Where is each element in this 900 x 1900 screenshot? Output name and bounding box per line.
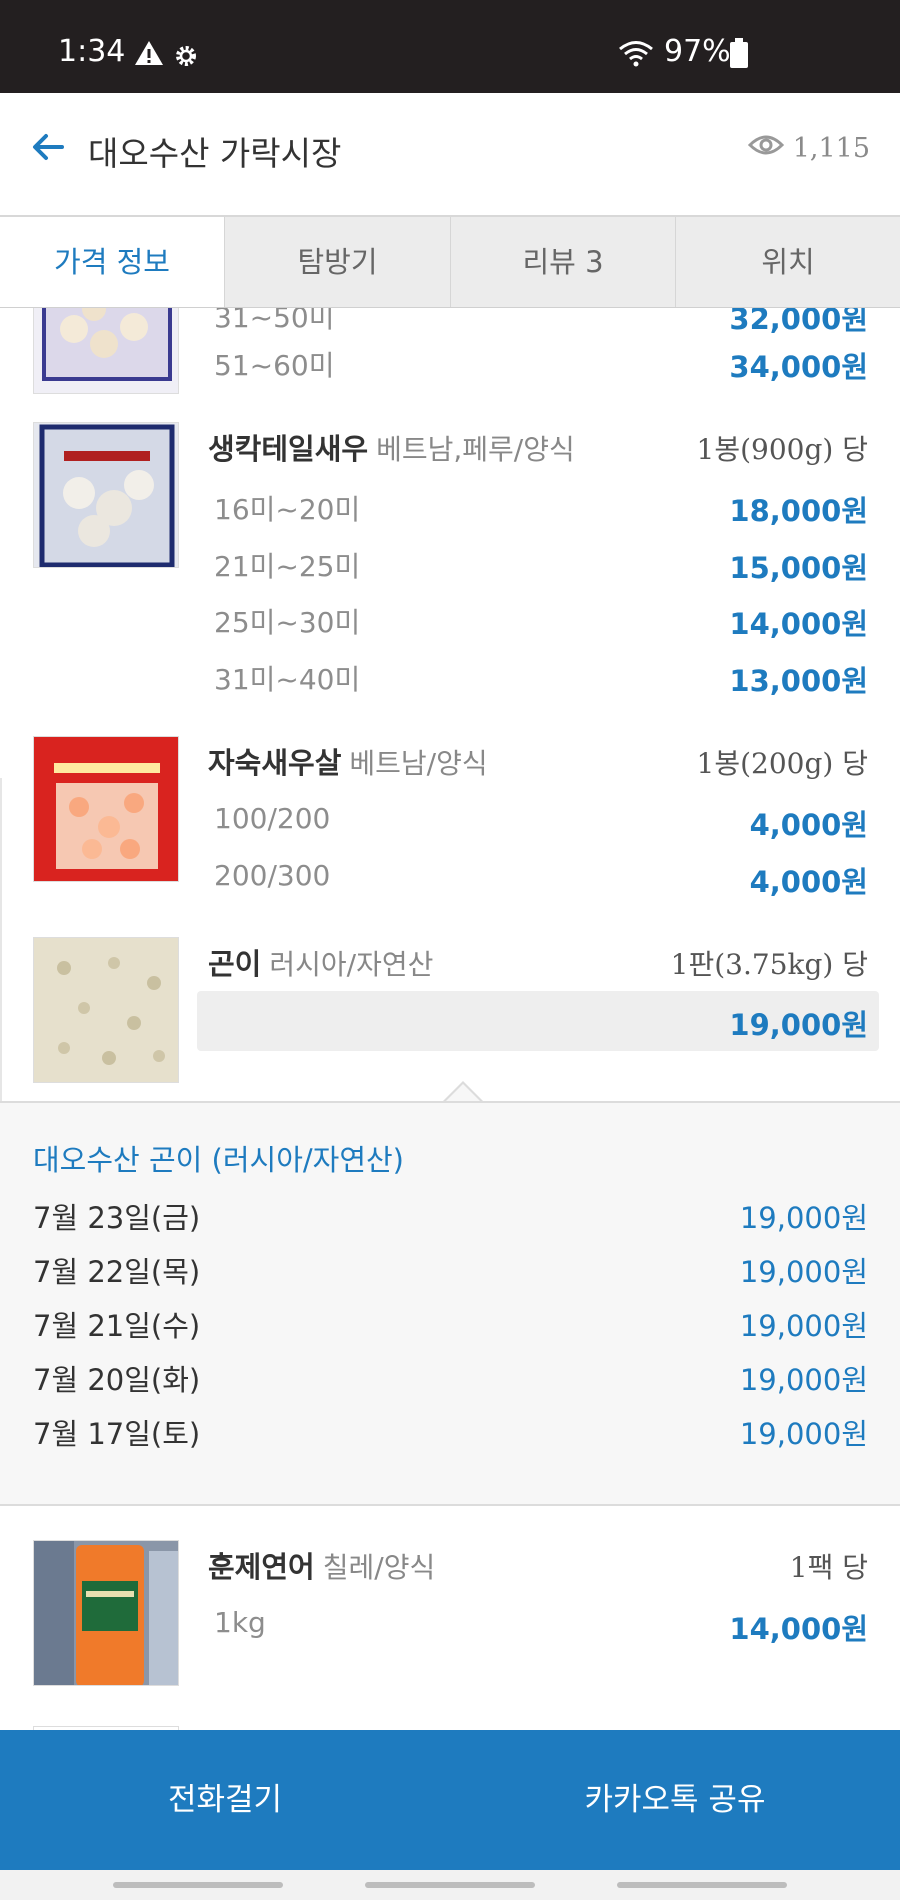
size-label: 25미~30미 bbox=[214, 606, 361, 639]
history-price: 19,000원 bbox=[739, 1417, 868, 1451]
battery-icon bbox=[730, 38, 748, 68]
product-unit: 1판(3.75kg) 당 bbox=[670, 948, 868, 981]
history-date: 7월 23일(금) bbox=[33, 1201, 201, 1235]
history-date: 7월 22일(목) bbox=[33, 1255, 201, 1289]
price-value: 32,000원 bbox=[729, 308, 868, 336]
price-value: 34,000원 bbox=[729, 350, 868, 384]
price-value: 19,000원 bbox=[729, 1008, 868, 1042]
history-price: 19,000원 bbox=[739, 1201, 868, 1235]
product-unit: 1팩 당 bbox=[789, 1551, 868, 1584]
nav-home[interactable] bbox=[365, 1882, 535, 1888]
history-date: 7월 20일(화) bbox=[33, 1363, 201, 1397]
tab-bar: 가격 정보 탐방기 리뷰 3 위치 bbox=[0, 217, 900, 308]
product-image[interactable] bbox=[33, 937, 179, 1083]
product-origin: 칠레/양식 bbox=[322, 1551, 436, 1584]
size-label: 51~60미 bbox=[214, 349, 335, 382]
call-button[interactable]: 전화걸기 bbox=[0, 1730, 450, 1870]
product-image[interactable] bbox=[33, 308, 179, 394]
product-name-text: 곤이 bbox=[208, 947, 262, 981]
history-price: 19,000원 bbox=[739, 1309, 868, 1343]
product-name: 생칵테일새우 베트남,페루/양식 bbox=[208, 426, 575, 468]
size-label: 21미~25미 bbox=[214, 550, 361, 583]
price-value: 4,000원 bbox=[749, 865, 868, 899]
history-title: 대오수산 곤이 (러시아/자연산) bbox=[33, 1143, 404, 1177]
tab-review[interactable]: 리뷰 3 bbox=[450, 217, 675, 307]
size-label: 100/200 bbox=[214, 802, 331, 835]
product-name-text: 훈제연어 bbox=[208, 1550, 315, 1584]
product-name: 곤이 러시아/자연산 bbox=[208, 941, 433, 983]
price-list[interactable]: 31~50미 32,000원 51~60미 34,000원 생칵테일새우 베트남,… bbox=[0, 308, 900, 1730]
nav-recent[interactable] bbox=[113, 1882, 283, 1888]
price-value: 15,000원 bbox=[729, 551, 868, 585]
back-arrow-icon[interactable] bbox=[28, 127, 68, 167]
product-name-text: 생칵테일새우 bbox=[208, 432, 369, 466]
wifi-icon bbox=[619, 41, 653, 67]
history-price: 19,000원 bbox=[739, 1255, 868, 1289]
gear-icon bbox=[176, 46, 196, 66]
history-date: 7월 17일(토) bbox=[33, 1417, 201, 1451]
system-nav-bar bbox=[0, 1870, 900, 1900]
size-label: 1kg bbox=[214, 1606, 266, 1639]
history-pointer bbox=[443, 1081, 483, 1102]
view-count: 1,115 bbox=[792, 133, 870, 164]
tab-location[interactable]: 위치 bbox=[675, 217, 900, 307]
price-value: 14,000원 bbox=[729, 1612, 868, 1646]
product-origin: 베트남/양식 bbox=[349, 747, 488, 780]
price-value: 4,000원 bbox=[749, 808, 868, 842]
page-title: 대오수산 가락시장 bbox=[88, 134, 342, 173]
history-date: 7월 21일(수) bbox=[33, 1309, 201, 1343]
status-time: 1:34 bbox=[58, 34, 126, 69]
kakaotalk-share-button[interactable]: 카카오톡 공유 bbox=[450, 1730, 900, 1870]
size-label: 16미~20미 bbox=[214, 493, 361, 526]
bottom-action-bar: 전화걸기 카카오톡 공유 bbox=[0, 1730, 900, 1870]
product-image[interactable] bbox=[33, 1540, 179, 1686]
warning-icon bbox=[135, 41, 163, 65]
product-unit: 1봉(900g) 당 bbox=[696, 433, 868, 466]
product-name: 자숙새우살 베트남/양식 bbox=[208, 740, 488, 782]
product-image[interactable] bbox=[33, 736, 179, 882]
tab-price-info[interactable]: 가격 정보 bbox=[0, 217, 224, 307]
history-price: 19,000원 bbox=[739, 1363, 868, 1397]
product-origin: 베트남,페루/양식 bbox=[376, 433, 575, 466]
price-value: 18,000원 bbox=[729, 494, 868, 528]
eye-icon bbox=[748, 135, 784, 155]
price-history-panel: 대오수산 곤이 (러시아/자연산) 7월 23일(금) 19,000원 7월 2… bbox=[0, 1101, 900, 1506]
product-name: 훈제연어 칠레/양식 bbox=[208, 1544, 435, 1586]
size-label: 31~50미 bbox=[214, 308, 335, 334]
battery-percent: 97% bbox=[664, 34, 731, 69]
price-value: 13,000원 bbox=[729, 664, 868, 698]
app-bar: 대오수산 가락시장 1,115 bbox=[0, 93, 900, 217]
size-label: 200/300 bbox=[214, 859, 331, 892]
size-label: 31미~40미 bbox=[214, 663, 361, 696]
product-origin: 러시아/자연산 bbox=[269, 948, 434, 981]
nav-back[interactable] bbox=[617, 1882, 787, 1888]
product-image[interactable] bbox=[33, 422, 179, 568]
product-unit: 1봉(200g) 당 bbox=[696, 747, 868, 780]
product-name-text: 자숙새우살 bbox=[208, 746, 342, 780]
price-value: 14,000원 bbox=[729, 607, 868, 641]
tab-visit[interactable]: 탐방기 bbox=[224, 217, 450, 307]
status-bar: 1:34 97% bbox=[0, 0, 900, 93]
